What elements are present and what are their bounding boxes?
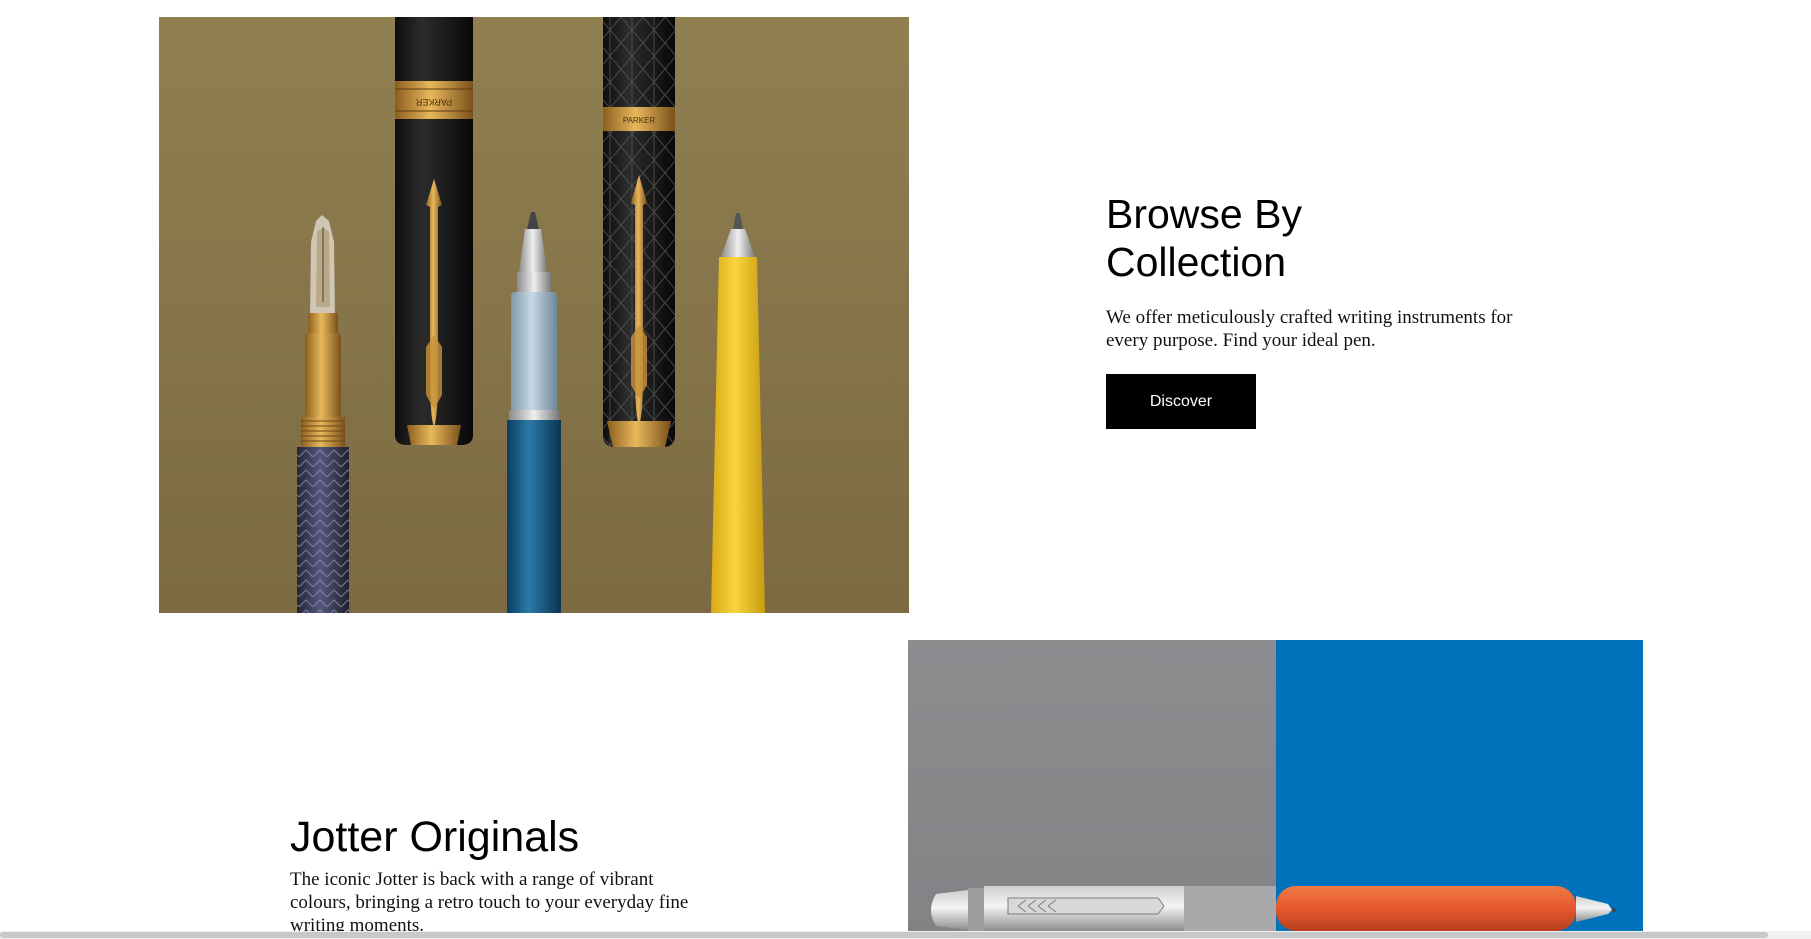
scrollbar-thumb[interactable] (0, 932, 1768, 938)
jotter-pen (931, 886, 1616, 931)
jotter-originals-description: The iconic Jotter is back with a range o… (290, 869, 689, 936)
browse-collection-block: Browse By Collection We offer meticulous… (1106, 190, 1526, 352)
svg-text:PARKER: PARKER (623, 116, 656, 125)
horizontal-scrollbar[interactable] (0, 931, 1811, 939)
jotter-originals-block: Jotter Originals The iconic Jotter is ba… (290, 812, 710, 937)
browse-collection-heading: Browse By Collection (1106, 191, 1302, 285)
yellow-ballpoint-pen (711, 213, 765, 613)
black-pen-cap: PARKER (395, 17, 473, 445)
jotter-pen-image (908, 640, 1643, 931)
textured-pen-cap: PARKER (603, 17, 675, 447)
browse-collection-description: We offer meticulously crafted writing in… (1106, 307, 1513, 351)
jotter-originals-heading: Jotter Originals (290, 813, 580, 861)
svg-text:PARKER: PARKER (415, 97, 452, 107)
collection-image: PARKER PARKER (159, 17, 909, 613)
discover-button[interactable]: Discover (1106, 374, 1256, 429)
